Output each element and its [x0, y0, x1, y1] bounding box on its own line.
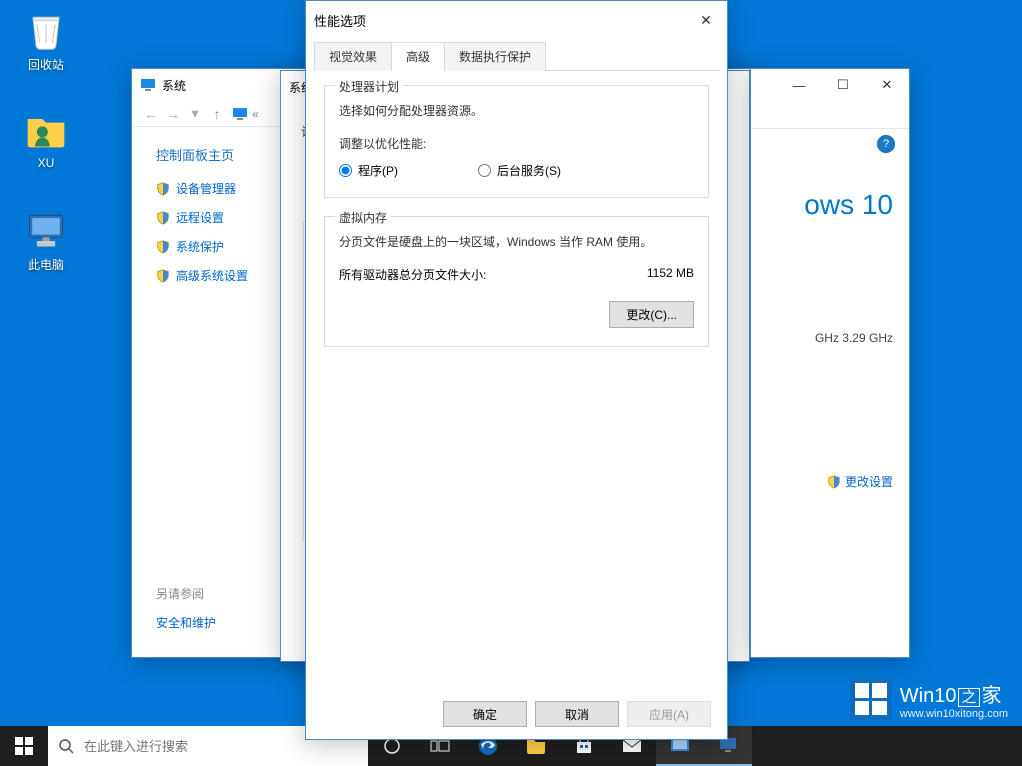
performance-options-dialog: 性能选项 ✕ 视觉效果 高级 数据执行保护 处理器计划 选择如何分配处理器资源。…	[305, 0, 728, 740]
see-also-section: 另请参阅 安全和维护	[156, 585, 216, 631]
computer-icon	[24, 208, 68, 252]
radio-programs[interactable]: 程序(P)	[339, 162, 398, 179]
group-description: 分页文件是硬盘上的一块区域，Windows 当作 RAM 使用。	[339, 233, 694, 250]
recycle-bin-icon	[24, 8, 68, 52]
adjust-label: 调整以优化性能:	[339, 135, 694, 152]
start-button[interactable]	[0, 726, 48, 766]
desktop-icon-user-folder[interactable]: XU	[10, 108, 82, 170]
tab-dep[interactable]: 数据执行保护	[444, 42, 546, 71]
forward-button[interactable]: →	[162, 106, 184, 122]
chevron-right-icon: «	[252, 107, 259, 121]
shield-icon	[827, 475, 841, 489]
watermark-brand: Win10之家	[900, 679, 1008, 708]
cpu-ghz-text: GHz 3.29 GHz	[751, 331, 893, 345]
group-legend: 虚拟内存	[335, 209, 391, 226]
radio-label: 程序(P)	[358, 162, 398, 179]
change-settings-link[interactable]: 更改设置	[827, 473, 893, 490]
processor-scheduling-group: 处理器计划 选择如何分配处理器资源。 调整以优化性能: 程序(P) 后台服务(S…	[324, 85, 709, 198]
desktop-icon-this-pc[interactable]: 此电脑	[10, 208, 82, 273]
dialog-button-row: 确定 取消 应用(A)	[443, 701, 711, 727]
help-button[interactable]: ?	[877, 135, 895, 153]
shield-icon	[156, 240, 170, 254]
shield-icon	[156, 269, 170, 283]
titlebar[interactable]: 性能选项 ✕	[306, 1, 727, 39]
virtual-memory-group: 虚拟内存 分页文件是硬盘上的一块区域，Windows 当作 RAM 使用。 所有…	[324, 216, 709, 347]
radio-programs-input[interactable]	[339, 164, 352, 177]
radio-background[interactable]: 后台服务(S)	[478, 162, 561, 179]
tab-strip: 视觉效果 高级 数据执行保护	[314, 41, 719, 71]
back-button[interactable]: ←	[140, 106, 162, 122]
link-label: 更改设置	[845, 473, 893, 490]
link-label: 高级系统设置	[176, 267, 248, 284]
link-label: 系统保护	[176, 238, 224, 255]
tab-advanced[interactable]: 高级	[391, 42, 445, 71]
folder-icon	[24, 108, 68, 152]
desktop-icon-label: 回收站	[10, 56, 82, 73]
desktop-icon-label: XU	[10, 156, 82, 170]
watermark-brand-text: Win10	[900, 685, 957, 707]
close-button[interactable]: ✕	[865, 70, 909, 100]
windows-logo-icon	[15, 737, 33, 755]
shield-icon	[156, 211, 170, 225]
desktop-icon-recycle-bin[interactable]: 回收站	[10, 8, 82, 73]
apply-button[interactable]: 应用(A)	[627, 701, 711, 727]
link-label: 设备管理器	[176, 180, 236, 197]
link-label: 远程设置	[176, 209, 224, 226]
search-icon	[58, 738, 74, 754]
windows-logo-icon	[850, 678, 892, 720]
group-legend: 处理器计划	[335, 78, 403, 95]
dropdown-history[interactable]: ▾	[184, 105, 206, 122]
search-input[interactable]	[84, 739, 358, 754]
titlebar: — ☐ ✕	[751, 69, 909, 101]
cancel-button[interactable]: 取消	[535, 701, 619, 727]
monitor-icon	[232, 106, 248, 122]
close-button[interactable]: ✕	[687, 5, 725, 35]
task-view-icon	[430, 738, 450, 754]
desktop-icon-label: 此电脑	[10, 256, 82, 273]
group-description: 选择如何分配处理器资源。	[339, 102, 694, 119]
dialog-title: 性能选项	[314, 11, 687, 30]
ok-button[interactable]: 确定	[443, 701, 527, 727]
page-file-total-label: 所有驱动器总分页文件大小:	[339, 266, 486, 283]
page-file-total-value: 1152 MB	[647, 266, 694, 283]
mail-icon	[622, 738, 642, 754]
radio-background-input[interactable]	[478, 164, 491, 177]
watermark-url: www.win10xitong.com	[900, 708, 1008, 720]
maximize-button[interactable]: ☐	[821, 70, 865, 100]
see-also-label: 另请参阅	[156, 585, 216, 602]
watermark: Win10之家 www.win10xitong.com	[850, 678, 1008, 720]
change-button[interactable]: 更改(C)...	[609, 301, 694, 328]
tab-pane-advanced: 处理器计划 选择如何分配处理器资源。 调整以优化性能: 程序(P) 后台服务(S…	[306, 71, 727, 379]
system-info-panel: — ☐ ✕ ? ows 10 GHz 3.29 GHz 更改设置	[750, 68, 910, 658]
search-strip	[751, 101, 909, 129]
windows-brand-text: ows 10	[751, 189, 893, 221]
tab-visual-effects[interactable]: 视觉效果	[314, 42, 392, 71]
up-button[interactable]: ↑	[206, 106, 228, 122]
watermark-suffix: 家	[982, 685, 1002, 707]
minimize-button[interactable]: —	[777, 70, 821, 100]
shield-icon	[156, 182, 170, 196]
radio-label: 后台服务(S)	[497, 162, 561, 179]
security-maintenance-link[interactable]: 安全和维护	[156, 614, 216, 631]
monitor-icon	[140, 77, 156, 93]
